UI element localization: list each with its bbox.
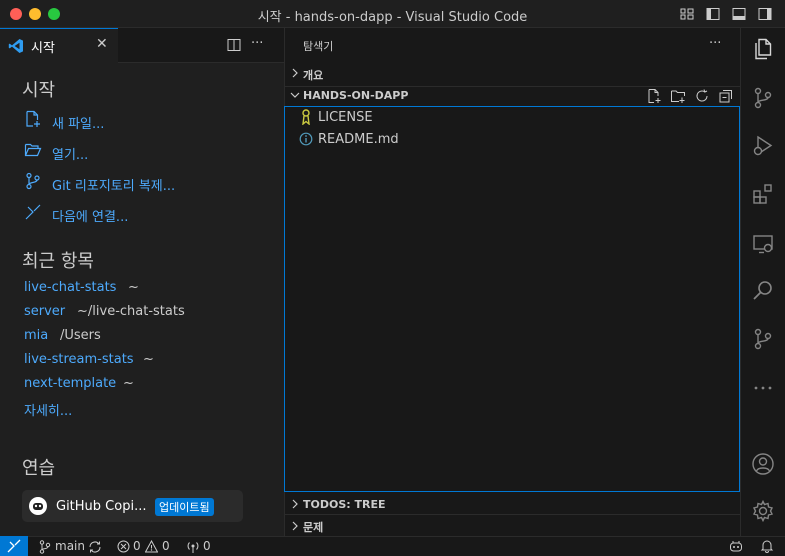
project-section-header[interactable]: HANDS-ON-DAPP bbox=[303, 89, 408, 102]
search-icon[interactable] bbox=[751, 279, 775, 303]
error-icon bbox=[117, 540, 130, 553]
more-recent-link[interactable]: 자세히... bbox=[24, 400, 72, 419]
recent-item-path: ~/live-chat-stats bbox=[77, 304, 185, 319]
branch-name[interactable]: main bbox=[55, 539, 85, 553]
file-tree bbox=[284, 106, 740, 492]
clone-repo-link[interactable]: Git 리포지토리 복제... bbox=[52, 175, 175, 194]
explorer-files-icon[interactable] bbox=[751, 37, 775, 61]
file-readme[interactable]: README.md bbox=[318, 132, 399, 147]
window-title: 시작 - hands-on-dapp - Visual Studio Code bbox=[257, 10, 528, 25]
new-file-link[interactable]: 새 파일... bbox=[52, 113, 104, 132]
outline-section-header[interactable]: 개요 bbox=[303, 67, 323, 83]
section-divider bbox=[285, 86, 740, 87]
chevron-down-icon[interactable] bbox=[289, 89, 301, 101]
error-count[interactable]: 0 bbox=[133, 539, 141, 553]
recent-item-name[interactable]: live-stream-stats bbox=[24, 352, 134, 367]
new-folder-icon[interactable] bbox=[670, 88, 686, 104]
recent-item-path: ~ bbox=[123, 376, 134, 391]
git-graph-icon[interactable] bbox=[751, 327, 775, 351]
license-icon bbox=[299, 109, 313, 125]
chevron-right-icon[interactable] bbox=[290, 497, 300, 511]
vscode-logo-icon bbox=[8, 38, 24, 54]
warning-icon bbox=[145, 540, 158, 553]
ports-icon bbox=[186, 540, 200, 554]
run-debug-icon[interactable] bbox=[751, 134, 775, 158]
new-file-icon bbox=[24, 110, 42, 128]
copilot-status-icon[interactable] bbox=[729, 539, 743, 553]
close-tab-icon[interactable]: ✕ bbox=[96, 36, 108, 52]
explorer-title: 탐색기 bbox=[303, 40, 334, 53]
remote-explorer-icon[interactable] bbox=[751, 232, 775, 256]
remote-icon bbox=[7, 539, 21, 553]
folder-open-icon bbox=[24, 141, 42, 159]
walkthrough-heading: 연습 bbox=[22, 458, 56, 479]
ports-count[interactable]: 0 bbox=[203, 539, 211, 553]
sync-icon[interactable] bbox=[88, 540, 102, 554]
warning-count[interactable]: 0 bbox=[162, 539, 170, 553]
tab-label: 시작 bbox=[31, 41, 55, 56]
customize-layout-icon[interactable] bbox=[679, 6, 695, 22]
copilot-icon bbox=[28, 496, 48, 516]
connect-to-link[interactable]: 다음에 연결... bbox=[52, 206, 128, 225]
info-icon bbox=[299, 132, 313, 146]
account-icon[interactable] bbox=[751, 452, 775, 476]
section-divider bbox=[285, 514, 740, 515]
gear-icon[interactable] bbox=[751, 499, 775, 523]
recent-heading: 최근 항목 bbox=[22, 251, 94, 272]
extensions-icon[interactable] bbox=[751, 182, 775, 206]
new-file-icon[interactable] bbox=[646, 88, 662, 104]
updated-badge: 업데이트됨 bbox=[155, 498, 214, 516]
todos-section-header[interactable]: TODOS: TREE bbox=[303, 498, 386, 511]
start-heading: 시작 bbox=[22, 80, 56, 101]
remote-connect-icon bbox=[24, 203, 42, 221]
refresh-icon[interactable] bbox=[694, 88, 710, 104]
branch-icon bbox=[39, 540, 51, 554]
recent-item-name[interactable]: mia bbox=[24, 328, 48, 343]
explorer-more-icon[interactable]: ··· bbox=[709, 36, 721, 51]
chevron-right-icon[interactable] bbox=[290, 519, 300, 533]
recent-item-name[interactable]: next-template bbox=[24, 376, 116, 391]
split-editor-icon[interactable] bbox=[226, 37, 242, 53]
walkthrough-title: GitHub Copi... bbox=[56, 499, 147, 514]
chevron-right-icon[interactable] bbox=[290, 66, 300, 80]
recent-item-path: ~ bbox=[128, 280, 139, 295]
problems-section-header[interactable]: 문제 bbox=[303, 519, 323, 535]
collapse-all-icon[interactable] bbox=[718, 88, 734, 104]
toggle-secondary-sidebar-icon[interactable] bbox=[757, 6, 773, 22]
notifications-icon[interactable] bbox=[760, 539, 774, 553]
recent-item-path: /Users bbox=[60, 328, 101, 343]
open-folder-link[interactable]: 열기... bbox=[52, 144, 88, 163]
file-license[interactable]: LICENSE bbox=[318, 110, 373, 125]
git-clone-icon bbox=[24, 172, 42, 190]
more-views-icon[interactable] bbox=[751, 376, 775, 400]
toggle-primary-sidebar-icon[interactable] bbox=[705, 6, 721, 22]
recent-item-path: ~ bbox=[143, 352, 154, 367]
recent-item-name[interactable]: live-chat-stats bbox=[24, 280, 116, 295]
recent-item-name[interactable]: server bbox=[24, 304, 65, 319]
source-control-icon[interactable] bbox=[751, 86, 775, 110]
toggle-panel-icon[interactable] bbox=[731, 6, 747, 22]
editor-more-actions-icon[interactable]: ··· bbox=[251, 36, 263, 51]
